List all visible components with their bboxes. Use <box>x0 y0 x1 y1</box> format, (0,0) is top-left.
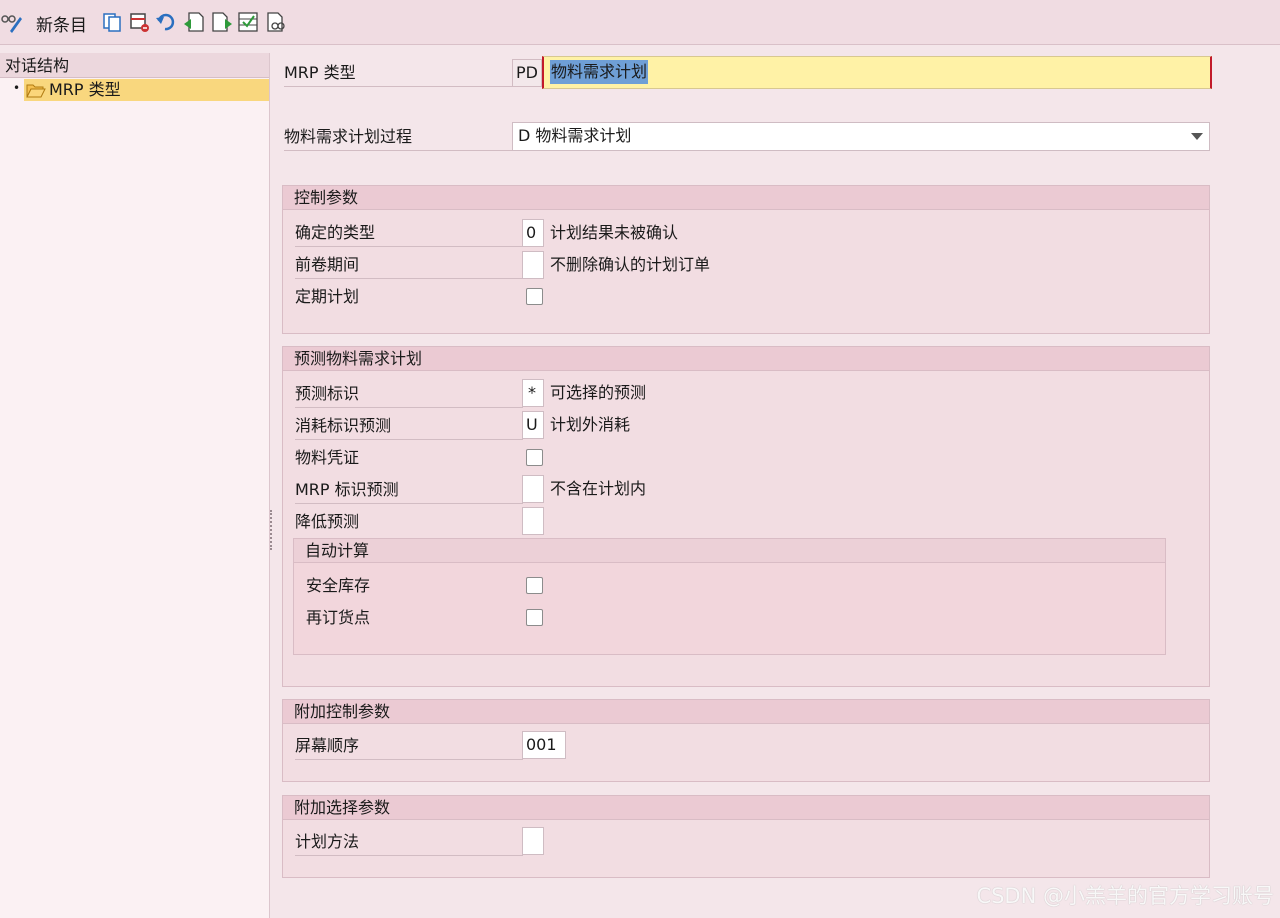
roll-forward-label: 前卷期间 <box>295 251 523 279</box>
firming-type-field[interactable]: 0 <box>522 219 544 247</box>
reorder-point-checkbox[interactable] <box>526 609 543 626</box>
reorder-point-label: 再订货点 <box>306 608 371 627</box>
folder-open-icon <box>26 84 46 98</box>
tree-item-mrp-type[interactable]: MRP 类型 <box>24 79 269 101</box>
forecast-mrp-title: 预测物料需求计划 <box>283 347 1209 371</box>
copy-icon[interactable] <box>101 11 123 33</box>
safety-stock-checkbox[interactable] <box>526 577 543 594</box>
forecast-indicator-label: 预测标识 <box>295 380 523 408</box>
tree-bullet-icon: • <box>13 81 21 95</box>
mrp-type-description-text: 物料需求计划 <box>550 60 649 84</box>
tree-item-label: MRP 类型 <box>49 80 121 99</box>
change-glasses-icon[interactable] <box>0 11 22 33</box>
mrp-type-description-field[interactable]: 物料需求计划 <box>542 56 1212 89</box>
auto-calculation-title: 自动计算 <box>294 539 1165 563</box>
firming-type-description: 计划结果未被确认 <box>550 223 679 242</box>
planning-method-label: 计划方法 <box>295 828 523 856</box>
mrp-procedure-value: D 物料需求计划 <box>518 126 632 145</box>
periodic-planning-checkbox[interactable] <box>526 288 543 305</box>
print-preview-icon[interactable] <box>265 11 287 33</box>
forecast-indicator-description: 可选择的预测 <box>550 383 647 402</box>
material-document-label: 物料凭证 <box>295 448 360 467</box>
delete-icon[interactable] <box>129 11 151 33</box>
previous-entry-icon[interactable] <box>183 11 205 33</box>
screen-sequence-label: 屏幕顺序 <box>295 732 523 760</box>
dialog-structure-header: 对话结构 <box>0 53 269 78</box>
chevron-down-icon[interactable] <box>1191 133 1203 140</box>
safety-stock-label: 安全库存 <box>306 576 371 595</box>
detail-area: MRP 类型 PD 物料需求计划 物料需求计划过程 D 物料需求计划 控制参数 … <box>276 45 1280 918</box>
reduce-forecast-label: 降低预测 <box>295 512 360 531</box>
roll-forward-field[interactable] <box>522 251 544 279</box>
mrp-procedure-label: 物料需求计划过程 <box>284 123 512 151</box>
next-entry-icon[interactable] <box>211 11 233 33</box>
reduce-forecast-field[interactable] <box>522 507 544 535</box>
mrp-type-label: MRP 类型 <box>284 59 512 87</box>
mrp-indicator-forecast-label: MRP 标识预测 <box>295 476 523 504</box>
screen-sequence-field[interactable]: 001 <box>522 731 566 759</box>
new-entries-button[interactable]: 新条目 <box>36 11 87 36</box>
mrp-indicator-forecast-description: 不含在计划内 <box>550 479 647 498</box>
planning-method-field[interactable] <box>522 827 544 855</box>
undo-icon[interactable] <box>155 11 177 33</box>
control-parameters-title: 控制参数 <box>283 186 1209 210</box>
consumption-indicator-field[interactable]: U <box>522 411 544 439</box>
mrp-procedure-dropdown[interactable]: D 物料需求计划 <box>512 122 1210 151</box>
additional-control-title: 附加控制参数 <box>283 700 1209 724</box>
watermark-text: CSDN @小羔羊的官方学习账号 <box>976 884 1274 908</box>
roll-forward-description: 不删除确认的计划订单 <box>550 255 711 274</box>
dialog-structure-panel: 对话结构 • MRP 类型 <box>0 53 270 918</box>
firming-type-label: 确定的类型 <box>295 219 523 247</box>
material-document-checkbox[interactable] <box>526 449 543 466</box>
periodic-planning-label: 定期计划 <box>295 287 360 306</box>
mrp-indicator-forecast-field[interactable] <box>522 475 544 503</box>
select-all-icon[interactable] <box>237 11 259 33</box>
consumption-indicator-label: 消耗标识预测 <box>295 412 523 440</box>
panel-splitter[interactable] <box>270 510 274 550</box>
forecast-indicator-field[interactable]: * <box>522 379 544 407</box>
mrp-type-code-field[interactable]: PD <box>512 59 542 87</box>
consumption-indicator-description: 计划外消耗 <box>550 415 631 434</box>
application-toolbar: 新条目 <box>0 0 1280 45</box>
additional-selection-title: 附加选择参数 <box>283 796 1209 820</box>
